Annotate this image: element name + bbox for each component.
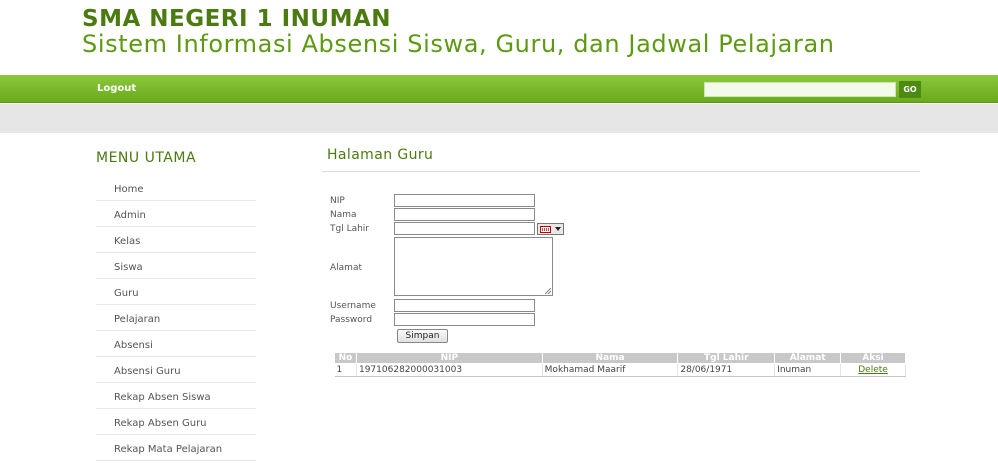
table-row: 1 197106282000031003 Mokhamad Maarif 28/… — [334, 363, 906, 377]
col-header-nama: Nama — [541, 352, 679, 364]
sidebar-item-admin[interactable]: Admin — [96, 201, 256, 227]
sidebar-item-siswa[interactable]: Siswa — [96, 253, 256, 279]
sidebar-item-kelas[interactable]: Kelas — [96, 227, 256, 253]
tgl-lahir-label: Tgl Lahir — [330, 224, 370, 234]
col-header-aksi: Aksi — [840, 352, 906, 364]
col-header-nip: NIP — [355, 352, 543, 364]
col-header-no: No — [334, 352, 357, 364]
cell-aksi: Delete — [840, 363, 906, 377]
sub-navbar — [0, 104, 998, 133]
sidebar-item-absensi-guru[interactable]: Absensi Guru — [96, 357, 256, 383]
delete-link[interactable]: Delete — [858, 365, 888, 375]
nama-field[interactable] — [394, 208, 535, 221]
cell-no: 1 — [334, 363, 357, 377]
nama-label: Nama — [330, 210, 357, 220]
go-button[interactable]: GO — [899, 81, 921, 98]
col-header-tgl-lahir: Tgl Lahir — [677, 352, 776, 364]
title-divider — [322, 171, 920, 172]
nip-field[interactable] — [394, 194, 535, 207]
top-navbar: Logout GO — [0, 75, 998, 103]
cell-nama: Mokhamad Maarif — [542, 363, 679, 377]
sidebar-item-rekap-absen-guru[interactable]: Rekap Absen Guru — [96, 409, 256, 435]
dropdown-arrow-icon — [555, 227, 561, 231]
simpan-button[interactable]: Simpan — [397, 329, 448, 343]
password-field[interactable] — [394, 313, 535, 326]
cell-nip: 197106282000031003 — [356, 363, 543, 377]
table-header-row: No NIP Nama Tgl Lahir Alamat Aksi — [334, 352, 906, 364]
col-header-alamat: Alamat — [774, 352, 842, 364]
alamat-textarea[interactable] — [394, 237, 553, 296]
site-title: SMA NEGERI 1 INUMAN — [82, 6, 392, 32]
cell-tgl-lahir: 28/06/1971 — [677, 363, 776, 377]
sidebar-item-home[interactable]: Home — [96, 175, 256, 201]
nip-label: NIP — [330, 196, 345, 206]
sidebar-item-absensi[interactable]: Absensi — [96, 331, 256, 357]
calendar-picker-button[interactable] — [537, 223, 564, 235]
page-title: Halaman Guru — [327, 147, 434, 163]
cell-alamat: Inuman — [774, 363, 842, 377]
search-input[interactable] — [704, 82, 896, 97]
sidebar-item-rekap-mata-pelajaran[interactable]: Rekap Mata Pelajaran — [96, 435, 256, 461]
sidebar-item-pelajaran[interactable]: Pelajaran — [96, 305, 256, 331]
username-field[interactable] — [394, 299, 535, 312]
logout-link[interactable]: Logout — [97, 83, 136, 94]
username-label: Username — [330, 301, 376, 311]
calendar-icon — [540, 226, 551, 233]
sidebar-menu: Home Admin Kelas Siswa Guru Pelajaran Ab… — [96, 175, 256, 461]
alamat-label: Alamat — [330, 263, 362, 273]
sidebar-item-rekap-absen-siswa[interactable]: Rekap Absen Siswa — [96, 383, 256, 409]
guru-table: No NIP Nama Tgl Lahir Alamat Aksi 1 1971… — [334, 352, 906, 377]
sidebar-item-guru[interactable]: Guru — [96, 279, 256, 305]
site-subtitle: Sistem Informasi Absensi Siswa, Guru, da… — [82, 30, 835, 58]
resize-handle-icon[interactable] — [545, 288, 551, 294]
menu-title: MENU UTAMA — [96, 150, 197, 166]
password-label: Password — [330, 315, 373, 325]
tgl-lahir-field[interactable] — [394, 222, 535, 235]
